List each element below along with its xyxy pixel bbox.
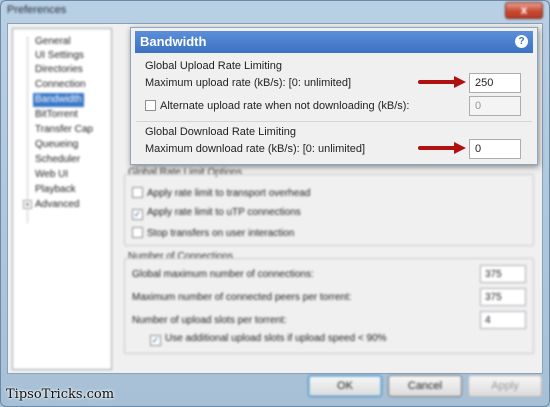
sidebar-item-transfer-cap[interactable]: Transfer Cap	[35, 123, 93, 137]
option-stop-transfers[interactable]: Stop transfers on user interaction	[132, 227, 294, 239]
sidebar-item-bittorrent[interactable]: BitTorrent	[35, 108, 78, 122]
alternate-upload-checkbox[interactable]	[145, 100, 156, 111]
max-upload-rate-label: Maximum upload rate (kB/s): [0: unlimite…	[145, 77, 352, 89]
option-transport-overhead[interactable]: Apply rate limit to transport overhead	[132, 187, 310, 199]
section-divider	[136, 121, 532, 122]
option-utp-connections[interactable]: ✓ Apply rate limit to uTP connections	[132, 207, 301, 220]
sidebar-item-bandwidth[interactable]: Bandwidth	[33, 93, 84, 107]
alternate-upload-label: Alternate upload rate when not downloadi…	[160, 100, 410, 112]
max-download-rate-label: Maximum download rate (kB/s): [0: unlimi…	[145, 143, 366, 155]
alternate-upload-rate-input[interactable]: 0	[469, 96, 521, 116]
upload-slots-label: Number of upload slots per torrent:	[132, 315, 287, 326]
global-connections-input[interactable]: 375	[480, 265, 526, 283]
sidebar-item-connection[interactable]: Connection	[35, 78, 86, 92]
upload-slots-input[interactable]: 4	[480, 311, 526, 329]
sidebar-item-directories[interactable]: Directories	[35, 63, 83, 77]
option-stop-transfers-label: Stop transfers on user interaction	[147, 228, 295, 239]
help-icon[interactable]: ?	[515, 35, 528, 48]
panel-header: Bandwidth ?	[135, 31, 533, 53]
upload-group-title: Global Upload Rate Limiting	[145, 60, 282, 72]
option-utp-connections-label: Apply rate limit to uTP connections	[147, 207, 301, 218]
option-extra-upload-slots-label: Use additional upload slots if upload sp…	[165, 333, 387, 344]
annotation-arrow-upload	[418, 76, 466, 88]
peers-per-torrent-label: Maximum number of connected peers per to…	[132, 292, 352, 303]
cancel-button[interactable]: Cancel	[388, 375, 462, 397]
arrow-shaft	[418, 80, 456, 84]
arrow-head	[454, 76, 466, 88]
max-upload-rate-input[interactable]: 250	[469, 73, 521, 93]
window-title: Preferences	[7, 4, 67, 16]
tree-guide-line	[27, 37, 28, 223]
sidebar-item-playback[interactable]: Playback	[35, 183, 76, 197]
sidebar-item-web-ui[interactable]: Web UI	[35, 168, 68, 182]
checkbox-stop-transfers[interactable]	[132, 227, 143, 238]
bandwidth-zoom-panel: Bandwidth ? Global Upload Rate Limiting …	[130, 27, 538, 165]
arrow-head	[454, 142, 466, 154]
download-group-title: Global Download Rate Limiting	[145, 126, 297, 138]
sidebar-tree[interactable]: General UI Settings Directories Connecti…	[12, 28, 112, 370]
option-transport-overhead-label: Apply rate limit to transport overhead	[147, 188, 311, 199]
peers-per-torrent-input[interactable]: 375	[480, 288, 526, 306]
panel-title: Bandwidth	[140, 34, 207, 49]
option-extra-upload-slots[interactable]: ✓ Use additional upload slots if upload s…	[150, 333, 387, 346]
checkbox-extra-upload-slots[interactable]: ✓	[150, 335, 161, 346]
close-button[interactable]: x	[505, 2, 543, 19]
sidebar-item-ui-settings[interactable]: UI Settings	[35, 49, 84, 63]
max-download-rate-input[interactable]: 0	[469, 139, 521, 159]
sidebar-item-queueing[interactable]: Queueing	[35, 138, 78, 152]
alternate-upload-option[interactable]: Alternate upload rate when not downloadi…	[145, 100, 410, 112]
checkbox-utp-connections[interactable]: ✓	[132, 209, 143, 220]
sidebar-item-scheduler[interactable]: Scheduler	[35, 153, 80, 167]
sidebar-item-general[interactable]: General	[35, 35, 71, 49]
arrow-shaft	[418, 146, 456, 150]
expand-icon[interactable]: +	[23, 200, 32, 209]
watermark-text: TipsoTricks.com	[6, 387, 115, 402]
global-connections-label: Global maximum number of connections:	[132, 269, 314, 280]
apply-button[interactable]: Apply	[468, 375, 542, 397]
ok-button[interactable]: OK	[308, 375, 382, 397]
annotation-arrow-download	[418, 142, 466, 154]
checkbox-transport-overhead[interactable]	[132, 187, 143, 198]
sidebar-item-advanced[interactable]: Advanced	[35, 198, 79, 212]
